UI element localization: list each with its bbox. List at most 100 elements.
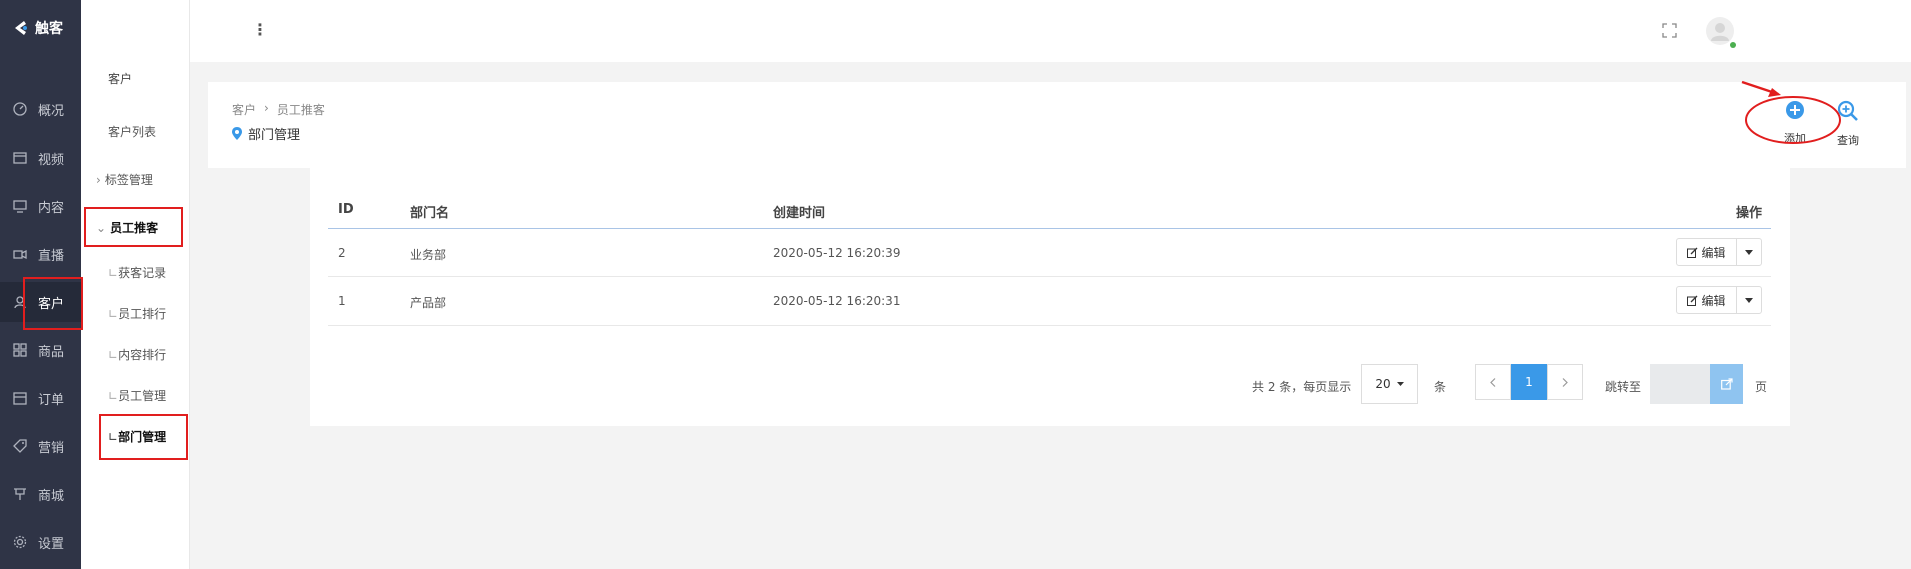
nav-item-label: 营销 bbox=[38, 440, 65, 456]
nav-item-marketing[interactable]: 营销 bbox=[0, 426, 81, 466]
more-actions-dropdown[interactable] bbox=[1737, 287, 1761, 313]
brand-name: 触客 bbox=[35, 21, 63, 37]
nav-item-live[interactable]: 直播 bbox=[0, 234, 81, 274]
top-bar: ⋮ bbox=[190, 0, 1911, 62]
breadcrumb-separator: › bbox=[264, 101, 269, 115]
cell-created: 2020-05-12 16:20:31 bbox=[773, 294, 901, 308]
subnav-item-content-ranking[interactable]: ∟内容排行 bbox=[108, 346, 216, 363]
more-actions-dropdown[interactable] bbox=[1737, 239, 1761, 265]
column-header-created: 创建时间 bbox=[773, 206, 826, 221]
edit-button[interactable]: 编辑 bbox=[1677, 239, 1737, 265]
subnav-item-acquisition-records[interactable]: ∟获客记录 bbox=[108, 264, 216, 281]
jump-label: 跳转至 bbox=[1605, 380, 1642, 394]
nav-item-label: 视频 bbox=[38, 152, 65, 168]
subnav-item-employee-management[interactable]: ∟员工管理 bbox=[108, 387, 216, 404]
edit-button[interactable]: 编辑 bbox=[1677, 287, 1737, 313]
page-size-value: 20 bbox=[1375, 377, 1391, 391]
nav-item-label: 内容 bbox=[38, 200, 65, 216]
subnav-item-customer-list[interactable]: 客户列表 bbox=[108, 123, 216, 140]
page-size-unit: 条 bbox=[1434, 380, 1447, 394]
monitor-icon bbox=[13, 200, 27, 213]
page-title: 部门管理 bbox=[232, 124, 300, 143]
tree-branch-icon: ∟ bbox=[108, 348, 119, 362]
chevron-left-icon bbox=[1490, 377, 1496, 387]
breadcrumb-item[interactable]: 客户 bbox=[232, 101, 256, 118]
nav-item-label: 直播 bbox=[38, 248, 65, 264]
chevron-down-icon: ⌄ bbox=[96, 221, 107, 235]
page-header: 客户 › 员工推客 部门管理 添加 查询 bbox=[208, 82, 1906, 168]
subnav-item-label: 标签管理 bbox=[104, 173, 153, 187]
caret-down-icon bbox=[1745, 297, 1753, 303]
nav-item-overview[interactable]: 概况 bbox=[0, 89, 81, 129]
subnav-item-label: 员工推客 bbox=[110, 221, 159, 235]
annotation-arrow-add bbox=[1741, 80, 1841, 144]
store-icon bbox=[14, 488, 26, 500]
nav-item-customer[interactable]: 客户 bbox=[0, 282, 81, 322]
subnav-item-label: 客户列表 bbox=[108, 125, 157, 139]
breadcrumb: 客户 › 员工推客 bbox=[232, 101, 325, 118]
jump-page-input[interactable] bbox=[1650, 364, 1710, 404]
cell-id: 1 bbox=[338, 294, 346, 308]
grid-icon bbox=[13, 343, 27, 357]
edit-label: 编辑 bbox=[1701, 293, 1726, 308]
tag-icon bbox=[13, 439, 27, 453]
next-page-button[interactable] bbox=[1547, 364, 1583, 400]
main-nav: 触客 概况 视频 内容 直播 客户 商品 订单 营销 商城 设置 bbox=[0, 0, 81, 569]
cell-created: 2020-05-12 16:20:39 bbox=[773, 246, 901, 260]
external-link-icon bbox=[1720, 378, 1733, 390]
edit-icon bbox=[1687, 295, 1698, 306]
subnav-item-employee-ranking[interactable]: ∟员工排行 bbox=[108, 305, 216, 322]
tree-branch-icon: ∟ bbox=[108, 389, 119, 403]
brand-icon bbox=[15, 21, 27, 35]
jump-go-button[interactable] bbox=[1710, 364, 1743, 404]
user-icon bbox=[14, 296, 26, 309]
subnav-item-tag-management[interactable]: › 标签管理 bbox=[96, 171, 204, 188]
subnav-item-label: 获客记录 bbox=[118, 266, 167, 280]
prev-page-button[interactable] bbox=[1475, 364, 1511, 400]
nav-item-content[interactable]: 内容 bbox=[0, 186, 81, 226]
tree-branch-icon: ∟ bbox=[108, 266, 119, 280]
subnav-item-department-management[interactable]: ∟部门管理 bbox=[108, 428, 216, 445]
caret-down-icon bbox=[1745, 249, 1753, 255]
avatar[interactable] bbox=[1706, 17, 1736, 48]
more-menu-icon[interactable]: ⋮ bbox=[252, 20, 268, 39]
nav-item-label: 订单 bbox=[38, 392, 65, 408]
nav-item-label: 设置 bbox=[38, 536, 65, 552]
row-action-group: 编辑 bbox=[1676, 238, 1762, 266]
page-button-current[interactable]: 1 bbox=[1511, 364, 1547, 400]
pagination-summary: 共 2 条，每页显示 bbox=[1252, 380, 1352, 394]
nav-item-settings[interactable]: 设置 bbox=[0, 522, 81, 562]
gear-icon bbox=[13, 535, 27, 549]
department-table: ID 部门名 创建时间 操作 2 业务部 2020-05-12 16:20:39… bbox=[310, 168, 1790, 426]
nav-item-label: 商城 bbox=[38, 488, 65, 504]
cell-name: 业务部 bbox=[410, 248, 447, 262]
cell-name: 产品部 bbox=[410, 296, 447, 310]
location-pin-icon bbox=[232, 127, 242, 140]
nav-item-products[interactable]: 商品 bbox=[0, 330, 81, 370]
cell-id: 2 bbox=[338, 246, 346, 260]
subnav-item-label: 部门管理 bbox=[118, 430, 167, 444]
subnav-item-label: 内容排行 bbox=[118, 348, 167, 362]
page-size-select[interactable]: 20 bbox=[1361, 364, 1418, 404]
column-header-actions: 操作 bbox=[1736, 206, 1763, 221]
chevron-right-icon bbox=[1562, 377, 1568, 387]
row-action-group: 编辑 bbox=[1676, 286, 1762, 314]
nav-item-label: 商品 bbox=[38, 344, 65, 360]
breadcrumb-item[interactable]: 员工推客 bbox=[277, 101, 325, 118]
fullscreen-icon[interactable] bbox=[1662, 23, 1677, 38]
nav-item-orders[interactable]: 订单 bbox=[0, 378, 81, 418]
brand-logo[interactable]: 触客 bbox=[11, 18, 63, 38]
tree-branch-icon: ∟ bbox=[108, 307, 119, 321]
nav-item-label: 概况 bbox=[38, 103, 65, 119]
nav-item-label: 客户 bbox=[38, 296, 65, 312]
nav-item-mall[interactable]: 商城 bbox=[0, 474, 81, 514]
camera-icon bbox=[13, 249, 27, 260]
video-icon bbox=[13, 152, 27, 164]
edit-icon bbox=[1687, 247, 1698, 258]
tree-branch-icon: ∟ bbox=[108, 430, 119, 444]
row-divider bbox=[328, 325, 1771, 326]
subnav-item-label: 员工管理 bbox=[118, 389, 167, 403]
nav-item-video[interactable]: 视频 bbox=[0, 138, 81, 178]
subnav-item-employee-referral[interactable]: ⌄ 员工推客 bbox=[96, 219, 204, 236]
column-header-id: ID bbox=[338, 202, 354, 217]
